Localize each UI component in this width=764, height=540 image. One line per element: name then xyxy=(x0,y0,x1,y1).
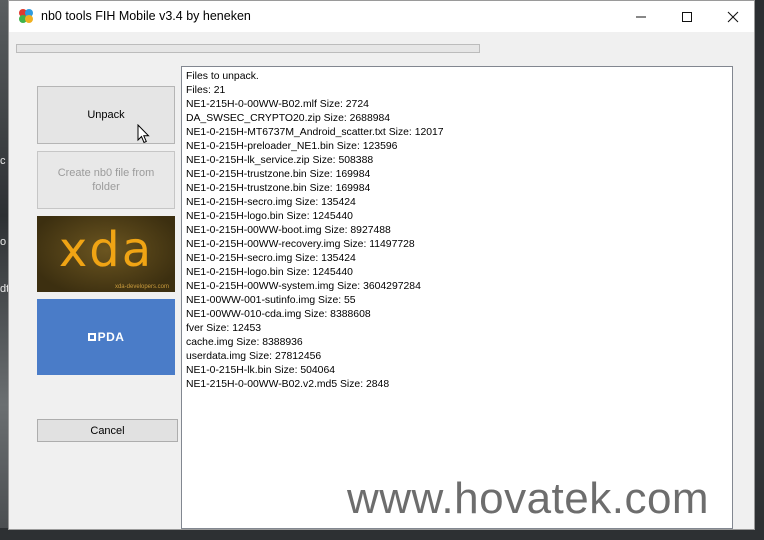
log-line: NE1-0-215H-00WW-boot.img Size: 8927488 xyxy=(186,225,391,236)
log-line: cache.img Size: 8388936 xyxy=(186,337,303,348)
log-line: NE1-0-215H-secro.img Size: 135424 xyxy=(186,253,356,264)
window-title: nb0 tools FIH Mobile v3.4 by heneken xyxy=(41,9,251,23)
xda-banner[interactable]: xda xda-developers.com xyxy=(37,216,175,292)
app-window: nb0 tools FIH Mobile v3.4 by heneken Unp… xyxy=(8,0,755,530)
close-button[interactable] xyxy=(710,1,756,32)
background-text: o xyxy=(0,236,7,248)
log-line: Files: 21 xyxy=(186,85,226,96)
log-line: fver Size: 12453 xyxy=(186,323,262,334)
minimize-button[interactable] xyxy=(618,1,664,32)
log-line: NE1-0-215H-lk.bin Size: 504064 xyxy=(186,365,336,376)
log-line: Files to unpack. xyxy=(186,71,259,82)
unpack-progress-bar xyxy=(16,44,480,53)
desktop-background-right xyxy=(754,0,764,540)
log-line: NE1-0-215H-00WW-system.img Size: 3604297… xyxy=(186,281,421,292)
log-line: NE1-215H-0-00WW-B02.v2.md5 Size: 2848 xyxy=(186,379,390,390)
mouse-cursor-icon xyxy=(137,124,150,144)
pda-banner[interactable]: PDA xyxy=(37,299,175,375)
log-line: NE1-0-215H-trustzone.bin Size: 169984 xyxy=(186,183,371,194)
log-line: NE1-0-215H-logo.bin Size: 1245440 xyxy=(186,211,353,222)
log-line: NE1-00WW-001-sutinfo.img Size: 55 xyxy=(186,295,356,306)
log-line: NE1-0-215H-secro.img Size: 135424 xyxy=(186,197,356,208)
log-line: NE1-215H-0-00WW-B02.mlf Size: 2724 xyxy=(186,99,369,110)
log-line: NE1-00WW-010-cda.img Size: 8388608 xyxy=(186,309,371,320)
pda-mark-icon xyxy=(87,333,96,341)
file-list-log[interactable]: Files to unpack. Files: 21 NE1-215H-0-00WW… xyxy=(181,66,733,529)
xda-url-text: xda-developers.com xyxy=(114,284,169,290)
log-line: userdata.img Size: 27812456 xyxy=(186,351,322,362)
background-text: c xyxy=(0,155,6,167)
pda-logo-text: PDA xyxy=(97,330,125,344)
log-line: NE1-0-215H-logo.bin Size: 1245440 xyxy=(186,267,353,278)
close-icon xyxy=(727,11,739,22)
log-line: NE1-0-215H-preloader_NE1.bin Size: 12359… xyxy=(186,141,398,152)
unpack-button[interactable]: Unpack xyxy=(37,86,175,144)
watermark-text: www.hovatek.com xyxy=(347,474,710,523)
create-nb0-button[interactable]: Create nb0 file from folder xyxy=(37,151,175,209)
log-line: NE1-0-215H-MT6737M_Android_scatter.txt S… xyxy=(186,127,444,138)
app-icon xyxy=(19,9,33,23)
cancel-button[interactable]: Cancel xyxy=(37,419,178,442)
maximize-icon xyxy=(682,11,692,22)
maximize-button[interactable] xyxy=(664,1,710,32)
title-bar[interactable]: nb0 tools FIH Mobile v3.4 by heneken xyxy=(9,1,754,32)
log-line: NE1-0-215H-trustzone.bin Size: 169984 xyxy=(186,169,371,180)
pda-logo: PDA xyxy=(87,330,125,344)
log-line: NE1-0-215H-lk_service.zip Size: 508388 xyxy=(186,155,374,166)
log-line: DA_SWSEC_CRYPTO20.zip Size: 2688984 xyxy=(186,113,391,124)
minimize-icon xyxy=(636,16,646,17)
xda-logo-text: xda xyxy=(58,222,154,278)
log-line: NE1-0-215H-00WW-recovery.img Size: 11497… xyxy=(186,239,415,250)
